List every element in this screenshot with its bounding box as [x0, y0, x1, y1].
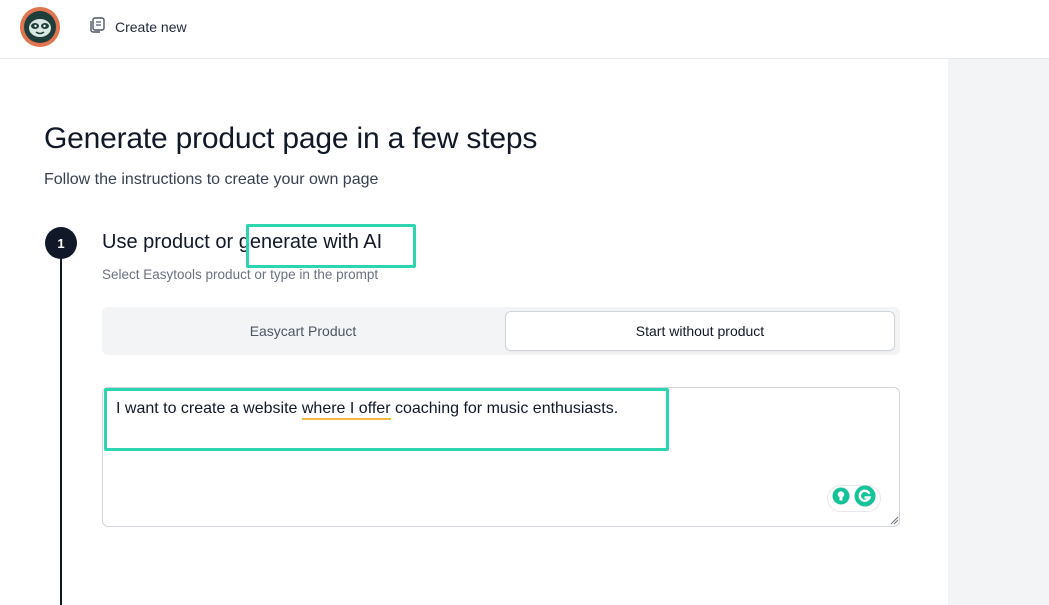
- page-title: Generate product page in a few steps: [44, 122, 538, 155]
- start-without-product-option[interactable]: Start without product: [505, 311, 895, 351]
- top-bar: Create new: [0, 0, 1049, 59]
- create-new-button[interactable]: Create new: [88, 16, 187, 38]
- page-subtitle: Follow the instructions to create your o…: [44, 171, 379, 188]
- step-connector-line: [60, 242, 62, 605]
- resize-handle-icon[interactable]: [890, 516, 899, 525]
- step-description: Select Easytools product or type in the …: [102, 267, 379, 282]
- create-new-label: Create new: [115, 19, 187, 35]
- step-heading: Use product or generate with AI: [102, 231, 382, 254]
- lightbulb-icon[interactable]: [832, 487, 850, 510]
- prompt-text-part1: I want to create a website: [116, 400, 302, 417]
- prompt-text-part2: coaching for music enthusiasts.: [390, 400, 619, 417]
- step-number-badge: 1: [45, 227, 77, 259]
- step-heading-highlight: generate with AI: [238, 231, 383, 253]
- grammarly-widget[interactable]: [827, 485, 881, 512]
- sloth-logo[interactable]: [20, 7, 60, 47]
- prompt-text: I want to create a website where I offer…: [116, 400, 619, 420]
- copy-icon: [88, 16, 106, 39]
- right-side-panel: [948, 59, 1049, 605]
- step-heading-prefix: Use product or: [102, 231, 239, 253]
- product-mode-toggle: Easycart Product Start without product: [102, 307, 900, 355]
- grammarly-icon[interactable]: [854, 485, 876, 512]
- prompt-text-underlined: where I offer: [301, 400, 391, 420]
- easycart-product-option[interactable]: Easycart Product: [108, 311, 498, 351]
